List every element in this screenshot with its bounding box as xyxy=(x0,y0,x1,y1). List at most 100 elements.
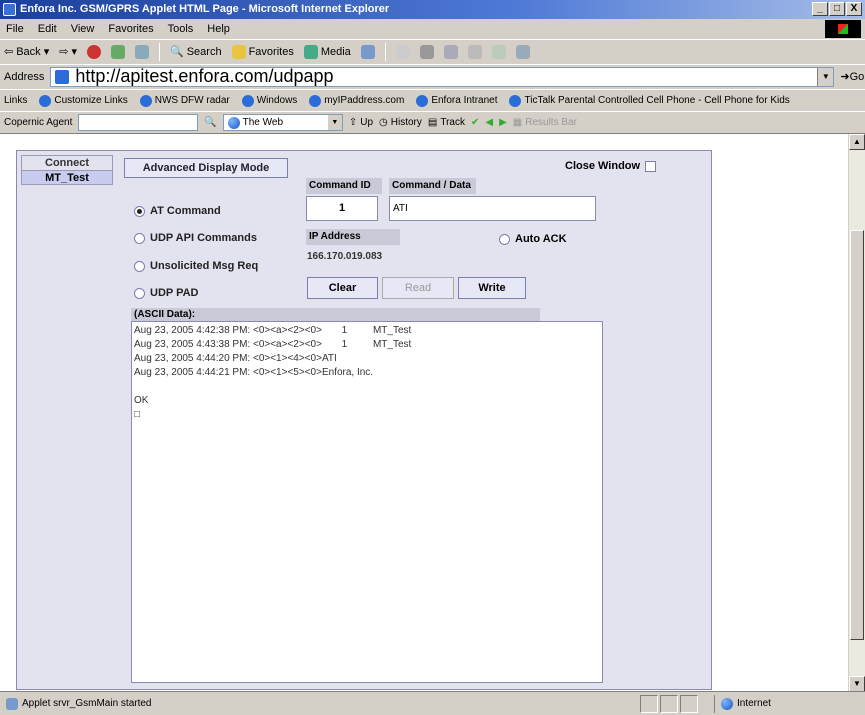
radio-udp-pad[interactable]: UDP PAD xyxy=(134,287,199,299)
scroll-up-icon[interactable]: ▲ xyxy=(849,134,865,150)
command-data-field[interactable]: ATI xyxy=(389,196,596,221)
tab-connect[interactable]: Connect xyxy=(21,155,113,170)
menu-file[interactable]: File xyxy=(6,23,24,35)
address-input[interactable]: http://apitest.enfora.com/udpapp ▼ xyxy=(50,66,835,87)
radio-button[interactable] xyxy=(134,287,145,299)
close-button[interactable]: X xyxy=(846,2,862,16)
chevron-down-icon[interactable]: ▼ xyxy=(817,67,834,86)
command-id-field[interactable]: 1 xyxy=(306,196,378,221)
forward-button[interactable]: ⇨ ▾ xyxy=(59,45,77,58)
radio-unsolicited-msg-req[interactable]: Unsolicited Msg Req xyxy=(134,260,258,272)
window-controls: _ □ X xyxy=(812,2,862,16)
results-icon: ▦ xyxy=(512,117,523,128)
copernic-check-button[interactable]: ✔ xyxy=(471,117,479,128)
links-bar: Links Customize Links NWS DFW radar Wind… xyxy=(0,89,865,111)
radio-button[interactable] xyxy=(499,233,510,245)
copernic-next-button[interactable]: ▶ xyxy=(499,117,507,128)
copernic-results-bar[interactable]: ▦ Results Bar xyxy=(513,117,577,128)
close-window-checkbox[interactable] xyxy=(645,160,657,172)
edit-icon xyxy=(443,44,458,59)
clear-button[interactable]: Clear xyxy=(307,277,378,299)
link-customize[interactable]: Customize Links xyxy=(39,94,128,107)
home-button[interactable] xyxy=(135,44,150,59)
messenger-button[interactable] xyxy=(491,44,506,59)
menu-favorites[interactable]: Favorites xyxy=(108,23,153,35)
media-icon xyxy=(303,44,318,59)
copernic-up-button[interactable]: ⇧ Up xyxy=(349,117,373,128)
log-line: □ xyxy=(134,409,141,420)
radio-udp-api-commands[interactable]: UDP API Commands xyxy=(134,232,257,244)
copernic-scope-select[interactable]: The Web ▼ xyxy=(222,114,343,131)
advanced-display-mode-button[interactable]: Advanced Display Mode xyxy=(124,158,288,178)
log-line: Aug 23, 2005 4:44:21 PM: <0><1><5><0>Enf… xyxy=(134,367,374,378)
page-icon xyxy=(55,69,70,84)
favorites-icon xyxy=(231,44,246,59)
copernic-track-button[interactable]: ▤ Track xyxy=(428,117,465,128)
command-id-header: Command ID xyxy=(306,178,382,194)
radio-button[interactable] xyxy=(134,232,145,244)
close-window-option[interactable]: Close Window xyxy=(565,160,657,172)
history-icon: ◷ xyxy=(379,117,388,128)
copernic-search-input[interactable] xyxy=(78,114,199,131)
radio-at-command[interactable]: AT Command xyxy=(134,205,221,217)
scroll-down-icon[interactable]: ▼ xyxy=(849,676,865,692)
go-button[interactable]: ➜Go xyxy=(840,70,864,83)
link-tictalk[interactable]: TicTalk Parental Controlled Cell Phone -… xyxy=(509,94,790,107)
research-button[interactable] xyxy=(515,44,530,59)
log-line: OK xyxy=(134,395,149,406)
discuss-button[interactable] xyxy=(467,44,482,59)
read-button[interactable]: Read xyxy=(382,277,454,299)
refresh-button[interactable] xyxy=(111,44,126,59)
media-button[interactable]: Media xyxy=(303,44,351,59)
print-button[interactable] xyxy=(419,44,434,59)
link-nws-radar[interactable]: NWS DFW radar xyxy=(139,94,230,107)
scrollbar-thumb[interactable] xyxy=(850,230,864,640)
chevron-down-icon: ▾ xyxy=(43,46,50,58)
track-icon: ▤ xyxy=(427,117,438,128)
ascii-data-header: (ASCII Data): xyxy=(131,308,540,321)
write-button[interactable]: Write xyxy=(458,277,526,299)
menu-view[interactable]: View xyxy=(71,23,95,35)
discuss-icon xyxy=(467,44,482,59)
menu-tools[interactable]: Tools xyxy=(168,23,194,35)
up-icon: ⇧ xyxy=(348,117,358,128)
globe-icon xyxy=(721,697,733,710)
tab-mt-test[interactable]: MT_Test xyxy=(21,170,113,185)
chevron-down-icon: ▼ xyxy=(327,115,342,130)
search-icon[interactable]: 🔍 xyxy=(204,117,216,128)
ip-address-header: IP Address xyxy=(306,229,400,245)
maximize-button[interactable]: □ xyxy=(829,2,845,16)
print-icon xyxy=(419,44,434,59)
vertical-scrollbar[interactable]: ▲ ▼ xyxy=(848,134,865,692)
ascii-data-log[interactable]: Aug 23, 2005 4:42:38 PM: <0><a><2><0> 1 MT… xyxy=(131,321,603,683)
log-line: Aug 23, 2005 4:44:20 PM: <0><1><4><0>ATI xyxy=(134,353,337,364)
stop-button[interactable] xyxy=(87,44,102,59)
applet-icon xyxy=(6,697,18,710)
auto-ack-option[interactable]: Auto ACK xyxy=(499,233,567,245)
favorites-button[interactable]: Favorites xyxy=(231,44,294,59)
radio-button[interactable] xyxy=(134,205,145,217)
mail-icon xyxy=(395,44,410,59)
menu-edit[interactable]: Edit xyxy=(38,23,57,35)
mail-button[interactable] xyxy=(395,44,410,59)
minimize-button[interactable]: _ xyxy=(812,2,828,16)
link-myipaddress[interactable]: myIPaddress.com xyxy=(309,94,404,107)
menu-help[interactable]: Help xyxy=(207,23,230,35)
history-toolbar-button[interactable] xyxy=(360,44,375,59)
link-enfora-intranet[interactable]: Enfora Intranet xyxy=(416,94,497,107)
prev-icon: ◀ xyxy=(485,117,494,128)
link-icon xyxy=(39,94,52,107)
copernic-prev-button[interactable]: ◀ xyxy=(485,117,493,128)
copernic-history-button[interactable]: ◷ History xyxy=(379,117,422,128)
ie-icon xyxy=(3,3,16,16)
status-pane xyxy=(660,694,678,713)
edit-button[interactable] xyxy=(443,44,458,59)
back-button[interactable]: ⇦ Back ▾ xyxy=(4,45,50,59)
back-arrow-icon: ⇦ xyxy=(4,46,14,58)
link-windows[interactable]: Windows xyxy=(241,94,297,107)
radio-button[interactable] xyxy=(134,260,145,272)
search-button[interactable]: 🔍 Search xyxy=(170,45,222,59)
globe-icon xyxy=(227,116,240,129)
copernic-label: Copernic Agent xyxy=(4,117,73,128)
